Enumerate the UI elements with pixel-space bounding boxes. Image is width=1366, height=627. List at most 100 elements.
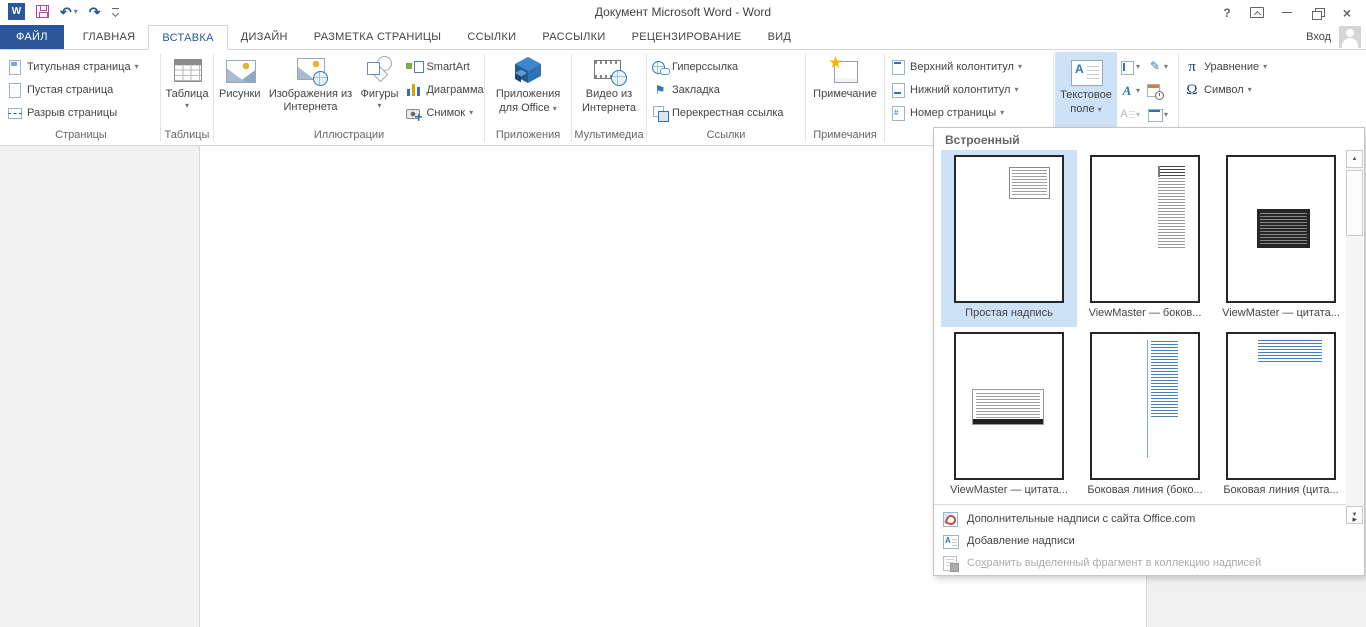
save-selection-icon [942, 555, 959, 572]
drop-cap-icon [1119, 107, 1135, 123]
tab-mailings[interactable]: РАССЫЛКИ [529, 25, 618, 49]
tab-file[interactable]: ФАЙЛ [0, 25, 64, 49]
cross-reference-button[interactable]: Перекрестная ссылка [648, 101, 804, 124]
gallery-item-simple-textbox[interactable]: Простая надпись [941, 150, 1077, 327]
comment-icon [827, 55, 863, 87]
page-break-button[interactable]: Разрыв страницы [3, 101, 159, 124]
symbol-button[interactable]: Ω Символ ▾ [1180, 78, 1296, 101]
comment-button[interactable]: Примечание [809, 52, 881, 128]
cover-page-button[interactable]: Титульная страница ▾ [3, 55, 159, 78]
date-time-button[interactable] [1145, 79, 1173, 103]
chevron-down-icon: ▾ [185, 101, 190, 110]
thumbnail [1090, 332, 1200, 480]
scrollbar-thumb[interactable] [1346, 170, 1363, 236]
gallery-item-sideline-sidebar[interactable]: Боковая линия (боко... [1077, 327, 1213, 504]
draw-textbox-icon [942, 533, 959, 549]
quick-access-toolbar: W ↶ ▾ ↷ [8, 3, 121, 20]
menu-item-label: Сохранить выделенный фрагмент в коллекци… [967, 557, 1262, 569]
tab-review[interactable]: РЕЦЕНЗИРОВАНИЕ [619, 25, 755, 49]
text-box-button[interactable]: A Текстовое поле ▾ [1055, 52, 1117, 128]
apps-for-office-icon [510, 55, 546, 87]
hyperlink-button[interactable]: Гиперссылка [648, 55, 804, 78]
shapes-button[interactable]: Фигуры ▾ [357, 52, 403, 128]
chevron-down-icon: ▾ [377, 101, 382, 110]
gallery-item-viewmaster-sidebar[interactable]: ViewMaster — боков... [1077, 150, 1213, 327]
online-video-button[interactable]: Видео из Интернета [578, 52, 640, 128]
text-box-icon-letter: A [1075, 62, 1084, 76]
header-label: Верхний колонтитул [910, 60, 1014, 73]
thumbnail [954, 155, 1064, 303]
save-button[interactable] [36, 5, 49, 18]
word-logo-icon[interactable]: W [8, 3, 25, 20]
gallery-item-viewmaster-quote-2[interactable]: ViewMaster — цитата... [941, 327, 1077, 504]
ribbon-display-options-button[interactable] [1242, 2, 1272, 24]
text-box-label-line1: Текстовое [1060, 89, 1112, 101]
page-number-button[interactable]: Номер страницы ▾ [886, 101, 1052, 124]
tab-references[interactable]: ССЫЛКИ [454, 25, 529, 49]
help-button[interactable]: ? [1212, 2, 1242, 24]
online-pictures-label: Изображения из Интернета [268, 88, 353, 113]
pictures-button[interactable]: Рисунки [215, 52, 265, 128]
customize-qat-button[interactable] [111, 7, 121, 17]
undo-button[interactable]: ↶ ▾ [60, 5, 78, 19]
header-button[interactable]: Верхний колонтитул ▾ [886, 55, 1052, 78]
thumbnail [1090, 155, 1200, 303]
gallery-item-label: Боковая линия (цита... [1223, 484, 1339, 496]
group-label-media: Мультимедиа [574, 129, 644, 141]
group-label-apps: Приложения [495, 129, 561, 141]
screenshot-icon [406, 105, 423, 121]
chevron-down-icon: ▾ [1164, 110, 1169, 119]
smartart-icon [406, 59, 425, 75]
online-video-label-line1: Видео из [585, 88, 633, 100]
cross-reference-label: Перекрестная ссылка [672, 106, 784, 119]
signature-line-button[interactable]: ✎ ▾ [1145, 55, 1173, 79]
group-label-comments: Примечания [813, 129, 877, 141]
chart-button[interactable]: Диаграмма [402, 78, 487, 101]
wordart-button[interactable]: А ▾ [1117, 79, 1145, 103]
restore-button[interactable] [1302, 2, 1332, 24]
menu-item-draw-textbox[interactable]: Добавление надписи [934, 530, 1364, 552]
blank-page-button[interactable]: Пустая страница [3, 78, 159, 101]
close-button[interactable]: × [1332, 2, 1362, 24]
redo-button[interactable]: ↷ [89, 5, 101, 19]
gallery-item-viewmaster-quote[interactable]: ViewMaster — цитата... [1213, 150, 1349, 327]
quick-parts-button[interactable]: ▾ [1117, 55, 1145, 79]
gallery-item-label: ViewMaster — цитата... [1222, 307, 1340, 319]
minimize-button[interactable] [1272, 2, 1302, 24]
equation-button[interactable]: π Уравнение ▾ [1180, 55, 1296, 78]
footer-button[interactable]: Нижний колонтитул ▾ [886, 78, 1052, 101]
scroll-up-button[interactable]: ▲ [1346, 150, 1363, 168]
tab-page-layout[interactable]: РАЗМЕТКА СТРАНИЦЫ [301, 25, 455, 49]
text-box-icon: A [1068, 56, 1104, 88]
wordart-icon: А [1122, 83, 1132, 98]
thumbnail-content [1257, 339, 1323, 363]
group-label-links: Ссылки [706, 129, 746, 141]
online-pictures-button[interactable]: Изображения из Интернета [265, 52, 357, 128]
tab-insert[interactable]: ВСТАВКА [148, 25, 228, 50]
redo-icon: ↷ [88, 3, 101, 20]
footer-label: Нижний колонтитул [910, 83, 1011, 96]
menu-item-more-textboxes-office-com[interactable]: Дополнительные надписи с сайта Office.co… [934, 508, 1364, 530]
bookmark-button[interactable]: ⚑ Закладка [648, 78, 804, 101]
tab-home[interactable]: ГЛАВНАЯ [70, 25, 149, 49]
table-button[interactable]: Таблица ▾ [161, 52, 212, 128]
thumbnail-content [971, 388, 1044, 425]
thumbnail-content [1256, 208, 1310, 248]
apps-for-office-button[interactable]: Приложения для Office ▾ [492, 52, 564, 128]
object-button[interactable]: ▾ [1145, 103, 1173, 127]
chevron-down-icon: ▾ [1164, 62, 1169, 71]
sign-in-area[interactable]: Вход [1306, 26, 1361, 48]
drop-cap-button[interactable]: ▾ [1117, 103, 1145, 127]
text-box-dropdown-panel: Встроенный Простая надпись ViewMaster — … [933, 127, 1365, 576]
gallery-item-sideline-quote[interactable]: Боковая линия (цита... [1213, 327, 1349, 504]
tab-design[interactable]: ДИЗАЙН [228, 25, 301, 49]
tab-view[interactable]: ВИД [755, 25, 805, 49]
gallery-scrollbar[interactable]: ▲ ▼ [1346, 150, 1363, 524]
chevron-down-icon: ▾ [552, 104, 557, 113]
chart-label: Диаграмма [426, 83, 484, 96]
thumbnail-content [1151, 341, 1178, 419]
chevron-down-icon: ▾ [469, 107, 474, 117]
text-box-gallery: Простая надпись ViewMaster — боков... Vi… [934, 149, 1364, 524]
smartart-button[interactable]: SmartArt [402, 55, 487, 78]
screenshot-button[interactable]: Снимок ▾ [402, 101, 487, 124]
